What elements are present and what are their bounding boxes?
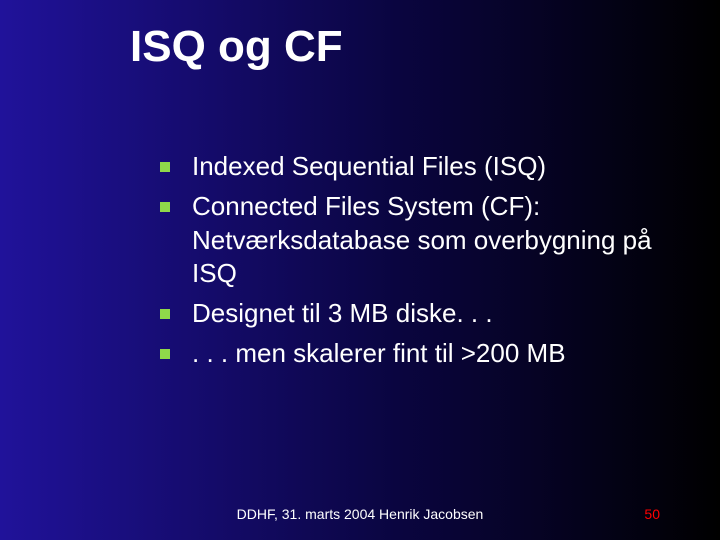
bullet-text: Designet til 3 MB diske. . . xyxy=(192,297,660,331)
bullet-icon xyxy=(160,309,170,319)
list-item: Indexed Sequential Files (ISQ) xyxy=(160,150,660,184)
list-item: Connected Files System (CF): Netværksdat… xyxy=(160,190,660,291)
bullet-icon xyxy=(160,349,170,359)
list-item: . . . men skalerer fint til >200 MB xyxy=(160,337,660,371)
bullet-icon xyxy=(160,162,170,172)
bullet-text: Indexed Sequential Files (ISQ) xyxy=(192,150,660,184)
page-number: 50 xyxy=(644,506,660,522)
footer-text: DDHF, 31. marts 2004 Henrik Jacobsen xyxy=(0,506,720,522)
bullet-text: Connected Files System (CF): Netværksdat… xyxy=(192,190,660,291)
bullet-text: . . . men skalerer fint til >200 MB xyxy=(192,337,660,371)
slide: ISQ og CF Indexed Sequential Files (ISQ)… xyxy=(0,0,720,540)
list-item: Designet til 3 MB diske. . . xyxy=(160,297,660,331)
bullet-icon xyxy=(160,202,170,212)
bullet-list: Indexed Sequential Files (ISQ) Connected… xyxy=(160,150,660,377)
slide-title: ISQ og CF xyxy=(130,22,343,72)
